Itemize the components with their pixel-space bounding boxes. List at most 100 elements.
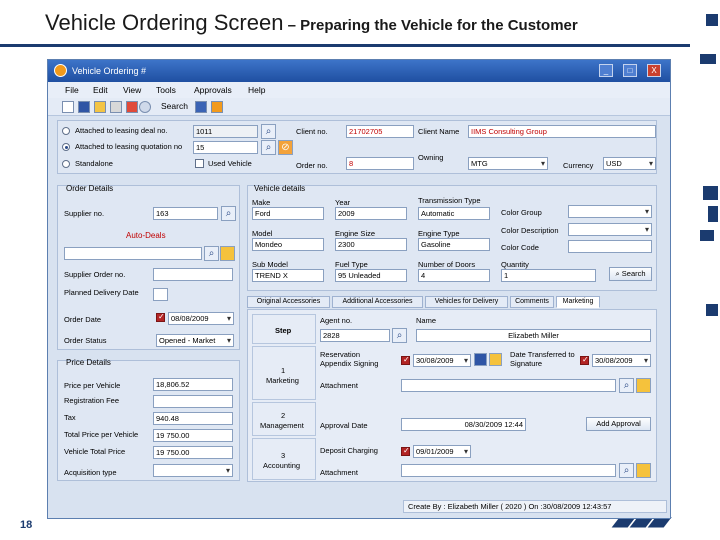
supplier-search-icon[interactable]: ⌕ <box>221 206 236 221</box>
step1-name: Marketing <box>266 376 299 385</box>
order-source-panel: Attached to leasing deal no. 1011 ⌕ Clie… <box>57 120 657 174</box>
client-no-input[interactable]: 21702705 <box>346 125 414 138</box>
tab-comments[interactable]: Comments <box>510 296 554 308</box>
close-button[interactable]: X <box>647 64 661 77</box>
menu-help[interactable]: Help <box>248 85 265 95</box>
acquisition-type-select[interactable] <box>153 464 233 477</box>
color-group-select[interactable] <box>568 205 652 218</box>
deposit-checkbox[interactable] <box>401 446 410 456</box>
attachment-input[interactable] <box>401 379 616 392</box>
order-status-label: Order Status <box>64 336 107 345</box>
fuel-type-label: Fuel Type <box>335 260 368 269</box>
print-icon[interactable] <box>195 101 207 113</box>
tab-marketing[interactable]: Marketing <box>556 296 600 308</box>
engine-size-input[interactable]: 2300 <box>335 238 407 251</box>
reservation-print-icon[interactable] <box>474 353 487 366</box>
clear-icon[interactable]: ⊘ <box>278 140 293 155</box>
toolbar: Search <box>48 98 670 116</box>
fuel-type-input[interactable]: 95 Unleaded <box>335 269 407 282</box>
reservation-date-select[interactable]: 30/08/2009 <box>413 354 471 367</box>
agent-name-input[interactable]: Elizabeth Miller <box>416 329 651 342</box>
save-icon[interactable] <box>78 101 90 113</box>
tab-additional-accessories[interactable]: Additional Accessories <box>332 296 423 308</box>
slide-title: Vehicle Ordering Screen – Preparing the … <box>0 0 720 46</box>
open-folder-icon[interactable] <box>94 101 106 113</box>
menu-tools[interactable]: Tools <box>156 85 176 95</box>
model-input[interactable]: Mondeo <box>252 238 324 251</box>
minimize-button[interactable]: _ <box>599 64 613 77</box>
quotation-no-input[interactable]: 15 <box>193 141 258 154</box>
attachment3-search-icon[interactable]: ⌕ <box>619 463 634 478</box>
deal-search-icon[interactable]: ⌕ <box>261 124 276 139</box>
radio-leasing-deal[interactable] <box>62 127 70 135</box>
year-input[interactable]: 2009 <box>335 207 407 220</box>
vehicle-total-input[interactable]: 19 750.00 <box>153 446 233 459</box>
attachment3-folder-icon[interactable] <box>636 463 651 478</box>
vehicle-search-label: Search <box>621 269 646 278</box>
price-per-vehicle-input[interactable]: 18,806.52 <box>153 378 233 391</box>
supplier-lookup-icon[interactable]: ⌕ <box>204 246 219 261</box>
registration-fee-input[interactable] <box>153 395 233 408</box>
reservation-folder-icon[interactable] <box>489 353 502 366</box>
client-name-input[interactable]: IIMS Consulting Group <box>468 125 656 138</box>
planned-delivery-calendar-icon[interactable] <box>153 288 168 301</box>
menu-approvals[interactable]: Approvals <box>194 85 232 95</box>
quotation-search-icon[interactable]: ⌕ <box>261 140 276 155</box>
edit-pencil-icon[interactable] <box>110 101 122 113</box>
menu-edit[interactable]: Edit <box>93 85 108 95</box>
agent-search-icon[interactable]: ⌕ <box>392 328 407 343</box>
sub-model-input[interactable]: TREND X <box>252 269 324 282</box>
currency-select[interactable]: USD <box>603 157 656 170</box>
add-approval-button[interactable]: Add Approval <box>586 417 651 431</box>
tab-strip: Original Accessories Additional Accessor… <box>247 296 657 309</box>
radio-leasing-quotation[interactable] <box>62 143 70 151</box>
transferred-date-select[interactable]: 30/08/2009 <box>592 354 651 367</box>
color-code-input[interactable] <box>568 240 652 253</box>
menu-view[interactable]: View <box>123 85 141 95</box>
radio-standalone[interactable] <box>62 160 70 168</box>
supplier-folder-icon[interactable] <box>220 246 235 261</box>
deal-no-input[interactable]: 1011 <box>193 125 258 138</box>
tab-vehicles-for-delivery[interactable]: Vehicles for Delivery <box>425 296 508 308</box>
reservation-checkbox[interactable] <box>401 355 410 365</box>
attachment-search-icon[interactable]: ⌕ <box>619 378 634 393</box>
make-input[interactable]: Ford <box>252 207 324 220</box>
toolbar-search-label[interactable]: Search <box>161 101 188 111</box>
order-date-checkbox[interactable] <box>156 312 165 322</box>
tax-input[interactable]: 940.48 <box>153 412 233 425</box>
attachment3-input[interactable] <box>401 464 616 477</box>
total-price-input[interactable]: 19 750.00 <box>153 429 233 442</box>
menu-file[interactable]: File <box>65 85 79 95</box>
agent-no-input[interactable]: 2828 <box>320 329 390 342</box>
order-status-select[interactable]: Opened - Market <box>156 334 234 347</box>
vehicle-details-title: Vehicle details <box>254 184 306 193</box>
transmission-input[interactable]: Automatic <box>418 207 490 220</box>
order-no-input[interactable]: 8 <box>346 157 414 170</box>
attachment-folder-icon[interactable] <box>636 378 651 393</box>
quantity-input[interactable]: 1 <box>501 269 596 282</box>
order-date-select[interactable]: 08/08/2009 <box>168 312 234 325</box>
supplier-no-input[interactable]: 163 <box>153 207 218 220</box>
search-icon[interactable] <box>139 101 151 113</box>
vehicle-search-button[interactable]: ⌕ Search <box>609 267 652 281</box>
doors-input[interactable]: 4 <box>418 269 490 282</box>
supplier-extra-input[interactable] <box>64 247 202 260</box>
approval-date-input[interactable]: 08/30/2009 12:44 <box>401 418 526 431</box>
client-no-label: Client no. <box>296 127 328 136</box>
supplier-order-no-input[interactable] <box>153 268 233 281</box>
color-description-select[interactable] <box>568 223 652 236</box>
deposit-date-select[interactable]: 09/01/2009 <box>413 445 471 458</box>
maximize-button[interactable]: □ <box>623 64 637 77</box>
status-bar: Create By : Elizabeth Miller ( 2020 ) On… <box>403 500 667 513</box>
home-icon[interactable] <box>211 101 223 113</box>
model-label: Model <box>252 229 273 238</box>
tab-original-accessories[interactable]: Original Accessories <box>247 296 330 308</box>
new-document-icon[interactable] <box>62 101 74 113</box>
transferred-checkbox[interactable] <box>580 355 589 365</box>
used-vehicle-checkbox[interactable] <box>195 159 204 168</box>
engine-type-input[interactable]: Gasoline <box>418 238 490 251</box>
supplier-no-label: Supplier no. <box>64 209 105 218</box>
delete-icon[interactable] <box>126 101 138 113</box>
owning-select[interactable]: MTG <box>468 157 548 170</box>
price-per-vehicle-label: Price per Vehicle <box>64 381 121 390</box>
